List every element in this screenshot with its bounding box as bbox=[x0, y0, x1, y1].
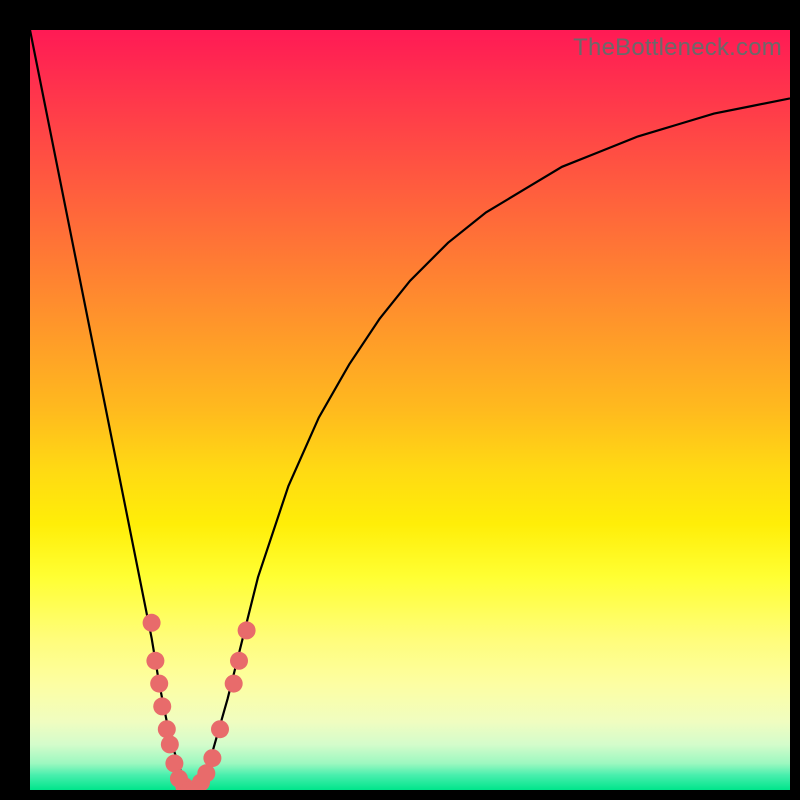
gpu-point bbox=[225, 675, 243, 693]
gpu-point bbox=[143, 614, 161, 632]
gpu-point bbox=[211, 720, 229, 738]
gpu-point bbox=[203, 749, 221, 767]
gpu-point bbox=[158, 720, 176, 738]
gpu-point bbox=[161, 735, 179, 753]
gpu-point bbox=[238, 621, 256, 639]
gpu-point bbox=[165, 754, 183, 772]
gpu-point bbox=[230, 652, 248, 670]
gpu-point bbox=[150, 675, 168, 693]
bottleneck-chart-svg bbox=[30, 30, 790, 790]
gpu-point bbox=[146, 652, 164, 670]
chart-frame: TheBottleneck.com bbox=[0, 0, 800, 800]
gpu-point bbox=[153, 697, 171, 715]
bottleneck-curve-line bbox=[30, 30, 790, 790]
plot-area: TheBottleneck.com bbox=[30, 30, 790, 790]
gpu-markers-group bbox=[143, 614, 256, 790]
